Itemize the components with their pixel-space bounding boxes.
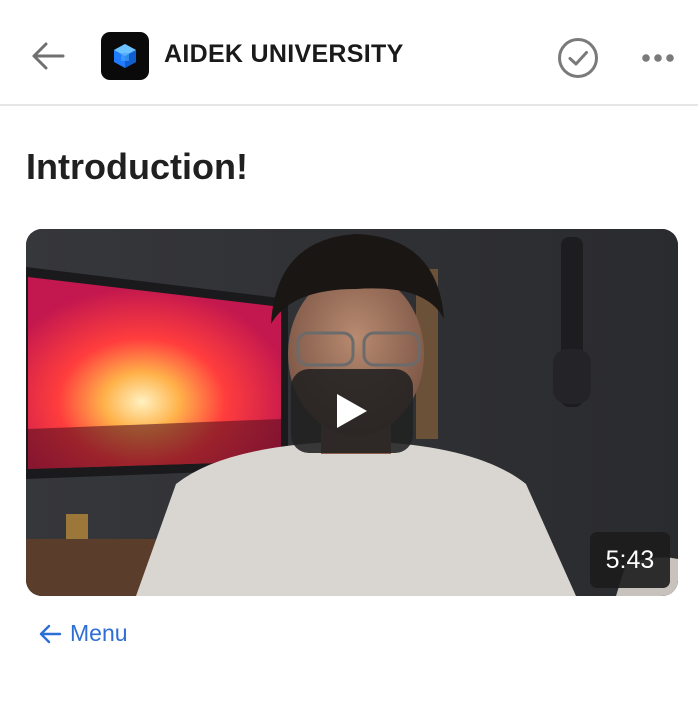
video-duration-badge: 5:43 [590,532,670,588]
check-circle-icon [558,38,598,78]
play-button[interactable] [291,369,413,453]
video-player[interactable]: 5:43 [26,229,678,596]
menu-link[interactable]: Menu [38,620,128,647]
app-title: AIDEK UNIVERSITY [164,40,404,68]
back-button[interactable] [26,36,70,76]
arrow-left-icon [32,42,65,70]
mark-complete-button[interactable] [556,36,600,80]
app-logo [101,32,149,80]
lesson-title: Introduction! [26,146,248,187]
lesson-page: AIDEK UNIVERSITY Introduction! 5:43 Menu [0,0,698,720]
top-app-bar: AIDEK UNIVERSITY [0,0,698,106]
more-options-button[interactable] [636,40,680,76]
cube-logo-icon [114,44,136,68]
play-icon [337,394,367,428]
arrow-left-icon [39,624,62,643]
more-horizontal-icon [642,54,674,62]
menu-link-label: Menu [70,620,128,646]
